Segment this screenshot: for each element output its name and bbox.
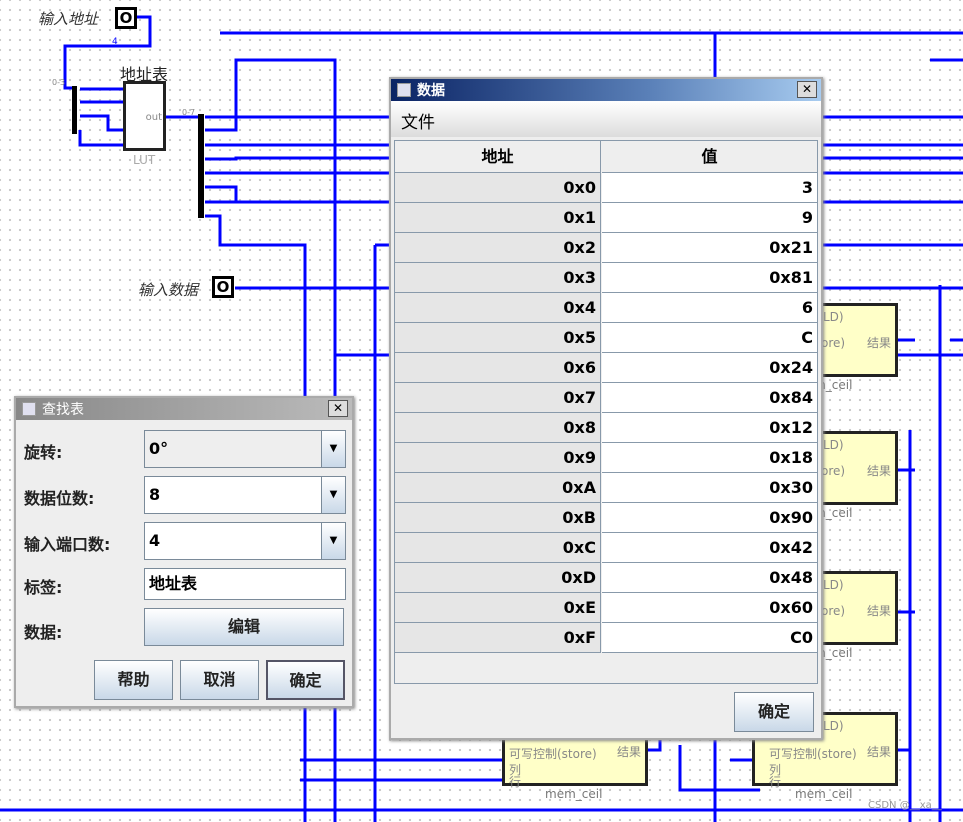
table-row[interactable]: 0xD 0x48 xyxy=(395,563,817,593)
table-row[interactable]: 0xB 0x90 xyxy=(395,503,817,533)
data-dialog-titlebar[interactable]: 数据 ✕ xyxy=(391,79,821,101)
label-field-label: 标签: xyxy=(24,578,63,597)
help-button[interactable]: 帮助 xyxy=(94,660,173,700)
value-cell[interactable]: 0x24 xyxy=(602,353,817,383)
address-cell: 0xE xyxy=(395,593,601,623)
chevron-down-icon[interactable]: ▼ xyxy=(321,477,345,513)
value-cell[interactable]: 0x30 xyxy=(602,473,817,503)
lookup-dialog-titlebar[interactable]: 查找表 ✕ xyxy=(16,398,352,420)
lut-out-port: out xyxy=(145,112,162,123)
address-cell: 0x4 xyxy=(395,293,601,323)
ok-button[interactable]: 确定 xyxy=(266,660,345,700)
input-ports-label: 输入端口数: xyxy=(24,535,111,554)
rotation-label: 旋转: xyxy=(24,443,63,462)
close-button[interactable]: ✕ xyxy=(797,81,817,98)
value-cell[interactable]: 0x81 xyxy=(602,263,817,293)
address-cell: 0x9 xyxy=(395,443,601,473)
lookup-table-dialog: 查找表 ✕ 旋转: 0° ▼ 数据位数: 8 ▼ 输入端口数: 4 ▼ 标签: 地址表… xyxy=(14,396,354,708)
data-bits-value: 8 xyxy=(149,485,161,504)
table-row[interactable]: 0x2 0x21 xyxy=(395,233,817,263)
value-cell[interactable]: 0x42 xyxy=(602,533,817,563)
input-data-pin[interactable]: O xyxy=(212,276,234,298)
value-cell[interactable]: 0x48 xyxy=(602,563,817,593)
label-input[interactable]: 地址表 xyxy=(144,568,346,600)
lookup-dialog-title: 查找表 xyxy=(42,402,84,418)
edit-button[interactable]: 编辑 xyxy=(144,608,344,646)
chevron-down-icon[interactable]: ▼ xyxy=(321,431,345,467)
address-cell: 0xD xyxy=(395,563,601,593)
data-bits-label: 数据位数: xyxy=(24,489,95,508)
address-cell: 0x7 xyxy=(395,383,601,413)
address-cell: 0xA xyxy=(395,473,601,503)
data-field-label: 数据: xyxy=(24,623,63,642)
value-cell[interactable]: 9 xyxy=(602,203,817,233)
table-row[interactable]: 0x3 0x81 xyxy=(395,263,817,293)
address-cell: 0x1 xyxy=(395,203,601,233)
chevron-down-icon[interactable]: ▼ xyxy=(321,523,345,559)
menu-bar: 文件 xyxy=(391,101,821,137)
value-cell[interactable]: 0x12 xyxy=(602,413,817,443)
lut-type-label: LUT xyxy=(133,153,156,167)
app-icon xyxy=(397,83,411,97)
address-cell: 0x0 xyxy=(395,173,601,203)
value-cell[interactable]: 0x60 xyxy=(602,593,817,623)
table-row[interactable]: 0x5 C xyxy=(395,323,817,353)
table-row[interactable]: 0x6 0x24 xyxy=(395,353,817,383)
address-cell: 0x2 xyxy=(395,233,601,263)
lut-component[interactable]: out xyxy=(123,81,166,151)
rotation-select[interactable]: 0° ▼ xyxy=(144,430,346,468)
app-icon xyxy=(22,402,36,416)
table-row[interactable]: 0x1 9 xyxy=(395,203,817,233)
value-cell[interactable]: 0x18 xyxy=(602,443,817,473)
address-cell: 0x5 xyxy=(395,323,601,353)
table-row[interactable]: 0x0 3 xyxy=(395,173,817,203)
data-dialog-title: 数据 xyxy=(417,83,445,99)
column-header-address[interactable]: 地址 xyxy=(395,141,601,173)
input-address-pin[interactable]: O xyxy=(115,7,137,29)
table-row[interactable]: 0xF C0 xyxy=(395,623,817,653)
cancel-button[interactable]: 取消 xyxy=(180,660,259,700)
value-cell[interactable]: 0x84 xyxy=(602,383,817,413)
bus-width-label: 4 xyxy=(112,37,118,47)
data-dialog: 数据 ✕ 文件 地址 值 0x0 3 0x1 9 0x2 0x21 0x3 0x81 0x4 6 0… xyxy=(389,77,823,740)
splitter-out[interactable] xyxy=(198,114,204,218)
table-row[interactable]: 0xC 0x42 xyxy=(395,533,817,563)
address-cell: 0xF xyxy=(395,623,601,653)
value-cell[interactable]: 0x21 xyxy=(602,233,817,263)
table-row[interactable]: 0x7 0x84 xyxy=(395,383,817,413)
column-header-value[interactable]: 值 xyxy=(602,141,817,173)
splitter-in-label: 0-3 xyxy=(52,78,66,87)
address-cell: 0xB xyxy=(395,503,601,533)
input-ports-select[interactable]: 4 ▼ xyxy=(144,522,346,560)
value-cell[interactable]: C xyxy=(602,323,817,353)
menu-file[interactable]: 文件 xyxy=(401,113,435,133)
value-cell[interactable]: 0x90 xyxy=(602,503,817,533)
table-row[interactable]: 0x9 0x18 xyxy=(395,443,817,473)
address-cell: 0x8 xyxy=(395,413,601,443)
watermark: CSDN @__xa__ xyxy=(868,800,942,811)
rotation-value: 0° xyxy=(149,439,169,458)
value-cell[interactable]: 6 xyxy=(602,293,817,323)
splitter-in[interactable] xyxy=(72,86,77,134)
input-ports-value: 4 xyxy=(149,531,161,550)
address-cell: 0x6 xyxy=(395,353,601,383)
close-button[interactable]: ✕ xyxy=(328,400,348,417)
address-cell: 0x3 xyxy=(395,263,601,293)
ok-button[interactable]: 确定 xyxy=(734,692,814,732)
splitter-out-label: 0-7 xyxy=(182,108,196,117)
data-bits-select[interactable]: 8 ▼ xyxy=(144,476,346,514)
table-row[interactable]: 0xE 0x60 xyxy=(395,593,817,623)
value-cell[interactable]: 3 xyxy=(602,173,817,203)
address-cell: 0xC xyxy=(395,533,601,563)
data-table: 地址 值 0x0 3 0x1 9 0x2 0x21 0x3 0x81 0x4 6 0x5 C 0x6 0x… xyxy=(394,140,818,684)
input-address-label: 输入地址 xyxy=(38,10,99,28)
table-row[interactable]: 0x4 6 xyxy=(395,293,817,323)
value-cell[interactable]: C0 xyxy=(602,623,817,653)
table-row[interactable]: 0xA 0x30 xyxy=(395,473,817,503)
input-data-label: 输入数据 xyxy=(138,281,199,299)
table-row[interactable]: 0x8 0x12 xyxy=(395,413,817,443)
